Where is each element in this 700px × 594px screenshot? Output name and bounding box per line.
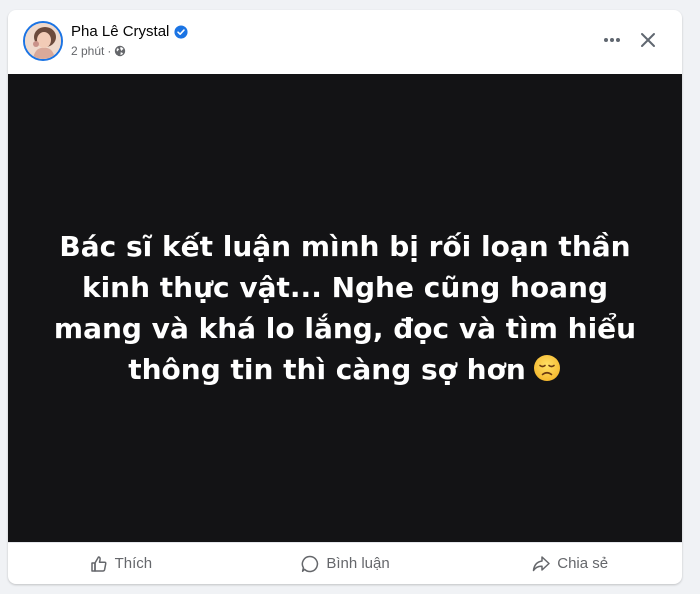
post-header: Pha Lê Crystal 2 phút · [8,10,682,74]
post-card: Pha Lê Crystal 2 phút · Bác sĩ kết luận … [8,10,682,584]
close-icon [641,33,655,47]
comment-button[interactable]: Bình luận [237,547,454,581]
avatar[interactable] [23,21,63,61]
author-row: Pha Lê Crystal [71,23,188,40]
more-options-icon [604,38,620,42]
disappointed-face-emoji [533,355,560,381]
post-meta: 2 phút · [71,44,126,58]
post-image[interactable]: Bác sĩ kết luận mình bị rối loạn thần ki… [8,74,682,542]
comment-label: Bình luận [326,555,390,572]
post-actions: Thích Bình luận Chia sẻ [8,542,682,584]
more-options-button[interactable] [596,24,628,56]
globe-icon [115,45,126,57]
share-label: Chia sẻ [557,555,609,572]
like-button[interactable]: Thích [12,547,229,581]
verified-badge-icon [174,24,188,39]
post-text: Bác sĩ kết luận mình bị rối loạn thần ki… [35,226,655,390]
comment-bubble-icon [301,555,319,572]
close-button[interactable] [632,24,664,56]
share-button[interactable]: Chia sẻ [461,547,678,581]
meta-separator: · [107,44,112,58]
share-arrow-icon [533,555,550,571]
thumbs-up-icon [90,555,107,572]
post-time[interactable]: 2 phút [71,44,104,58]
author-name[interactable]: Pha Lê Crystal [71,23,169,40]
like-label: Thích [114,555,153,572]
